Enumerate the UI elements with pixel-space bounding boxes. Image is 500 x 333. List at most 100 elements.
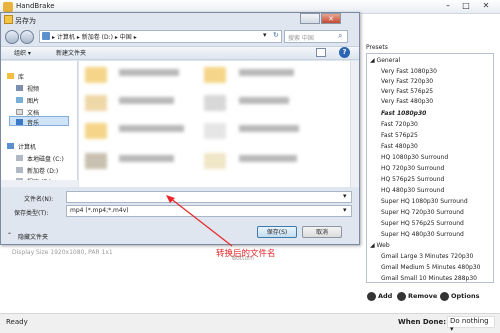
presets-list[interactable]: ◢ General Very Fast 1080p30 Very Fast 72…: [366, 53, 494, 283]
preset-item[interactable]: Very Fast 576p25: [381, 88, 433, 95]
refresh-icon[interactable]: ↻: [273, 31, 279, 39]
maximize-button[interactable]: □: [458, 1, 474, 12]
preset-item-selected[interactable]: Fast 1080p30: [381, 110, 426, 117]
save-button[interactable]: 保存(S): [257, 226, 297, 238]
annotation-arrow-icon: [166, 195, 233, 247]
library-icon: [7, 73, 14, 79]
add-preset-button[interactable]: Add: [378, 292, 392, 300]
search-icon[interactable]: ⌕: [338, 31, 342, 41]
preset-item[interactable]: Super HQ 576p25 Surround: [381, 220, 464, 227]
preset-item[interactable]: HQ 1080p30 Surround: [381, 154, 448, 161]
minimize-button[interactable]: –: [440, 1, 456, 12]
file-item[interactable]: [119, 97, 174, 104]
nav-video[interactable]: 视频: [27, 84, 39, 93]
preset-item[interactable]: Fast 480p30: [381, 143, 418, 150]
preset-item[interactable]: Very Fast 720p30: [381, 78, 433, 85]
preset-group-web[interactable]: ◢ Web: [370, 242, 390, 249]
preset-item[interactable]: Very Fast 1080p30: [381, 68, 437, 75]
documents-icon: [16, 109, 23, 115]
nav-pictures[interactable]: 图片: [27, 96, 39, 105]
drive-icon: [16, 155, 23, 161]
nav-library[interactable]: 库: [18, 72, 24, 81]
app-title: HandBrake: [16, 2, 55, 10]
preset-group-general[interactable]: ◢ General: [370, 57, 400, 64]
file-item[interactable]: [204, 153, 226, 169]
address-dropdown-icon[interactable]: ▾: [263, 31, 267, 39]
preset-item[interactable]: Fast 720p30: [381, 121, 418, 128]
dialog-title: 另存为: [15, 17, 36, 25]
file-item[interactable]: [204, 67, 226, 83]
nav-music[interactable]: 音乐: [27, 118, 39, 127]
preset-options-button[interactable]: Options: [451, 292, 479, 300]
drive-icon: [16, 167, 23, 173]
dialog-close-button[interactable]: ✕: [321, 13, 341, 24]
nav-computer[interactable]: 计算机: [18, 142, 36, 151]
remove-preset-icon[interactable]: [397, 292, 406, 301]
when-done-select[interactable]: Do nothing ▾: [447, 316, 495, 333]
file-item[interactable]: [85, 67, 107, 83]
preset-item[interactable]: Gmail Medium 5 Minutes 480p30: [381, 264, 480, 271]
when-done-label: When Done:: [398, 318, 447, 326]
preset-item[interactable]: HQ 720p30 Surround: [381, 165, 444, 172]
presets-title: Presets: [366, 44, 388, 51]
folder-icon: [4, 15, 13, 24]
hide-folders-chevron-icon[interactable]: ⌃: [7, 232, 12, 239]
file-item[interactable]: [239, 69, 294, 76]
handbrake-logo-icon: [3, 2, 13, 12]
file-item[interactable]: [119, 155, 174, 162]
preset-item[interactable]: Super HQ 1080p30 Surround: [381, 198, 468, 205]
filetype-dropdown-icon[interactable]: ▾: [343, 206, 347, 214]
nav-horizontal-scrollbar[interactable]: [1, 180, 78, 187]
file-vertical-scrollbar[interactable]: [350, 61, 359, 187]
remove-preset-button[interactable]: Remove: [408, 292, 437, 300]
close-button[interactable]: ✕: [476, 1, 496, 12]
preset-item[interactable]: HQ 480p30 Surround: [381, 187, 444, 194]
dialog-minimize-button[interactable]: [300, 13, 320, 24]
file-item[interactable]: [85, 95, 107, 111]
filename-dropdown-icon[interactable]: ▾: [343, 192, 347, 200]
music-icon: [16, 119, 23, 125]
file-item[interactable]: [239, 125, 299, 132]
filename-label: 文件名(N):: [24, 196, 54, 203]
chevron-down-icon: ▾: [450, 325, 454, 333]
add-preset-icon[interactable]: [367, 292, 376, 301]
computer-icon: [42, 32, 50, 40]
dialog-toolbar: [1, 46, 359, 60]
hide-folders-toggle[interactable]: 隐藏文件夹: [18, 232, 48, 241]
file-item[interactable]: [85, 123, 107, 139]
collapse-triangle-icon: ◢: [370, 242, 375, 249]
organize-button[interactable]: 组织 ▾: [14, 48, 31, 57]
address-path[interactable]: ▸ 计算机 ▸ 新加卷 (D:) ▸ 中国 ▸: [52, 32, 137, 41]
nav-drive-d[interactable]: 新加卷 (D:): [27, 166, 58, 175]
preset-item[interactable]: Fast 576p25: [381, 132, 418, 139]
filetype-label: 保存类型(T):: [14, 210, 49, 217]
file-item[interactable]: [204, 95, 226, 111]
view-options-icon[interactable]: [316, 48, 326, 57]
video-icon: [16, 85, 23, 91]
preset-item[interactable]: Gmail Large 3 Minutes 720p30: [381, 253, 473, 260]
help-icon[interactable]: ?: [339, 47, 350, 58]
file-item[interactable]: [239, 97, 289, 104]
annotation-label: 转换后的文件名: [216, 249, 276, 259]
cancel-button[interactable]: 取消: [302, 226, 342, 238]
preset-item[interactable]: Super HQ 480p30 Surround: [381, 231, 464, 238]
preset-item[interactable]: Super HQ 720p30 Surround: [381, 209, 464, 216]
filetype-value: mp4 (*.mp4;*.m4v): [70, 207, 129, 214]
back-button[interactable]: [5, 30, 19, 44]
file-item[interactable]: [239, 155, 297, 162]
status-text: Ready: [6, 318, 28, 326]
file-item[interactable]: [85, 153, 107, 169]
file-item[interactable]: [119, 125, 184, 132]
file-item[interactable]: [119, 69, 179, 76]
search-placeholder: 搜索 中国: [288, 35, 314, 42]
preset-options-icon[interactable]: [440, 292, 449, 301]
preset-item[interactable]: Gmail Small 10 Minutes 288p30: [381, 275, 477, 282]
file-list-area[interactable]: [79, 61, 359, 187]
file-item[interactable]: [204, 123, 226, 139]
computer-icon: [7, 143, 14, 149]
nav-drive-c[interactable]: 本地磁盘 (C:): [27, 154, 64, 163]
forward-button[interactable]: [20, 30, 34, 44]
preset-item[interactable]: Very Fast 480p30: [381, 98, 433, 105]
new-folder-button[interactable]: 新建文件夹: [56, 48, 86, 57]
preset-item[interactable]: HQ 576p25 Surround: [381, 176, 444, 183]
